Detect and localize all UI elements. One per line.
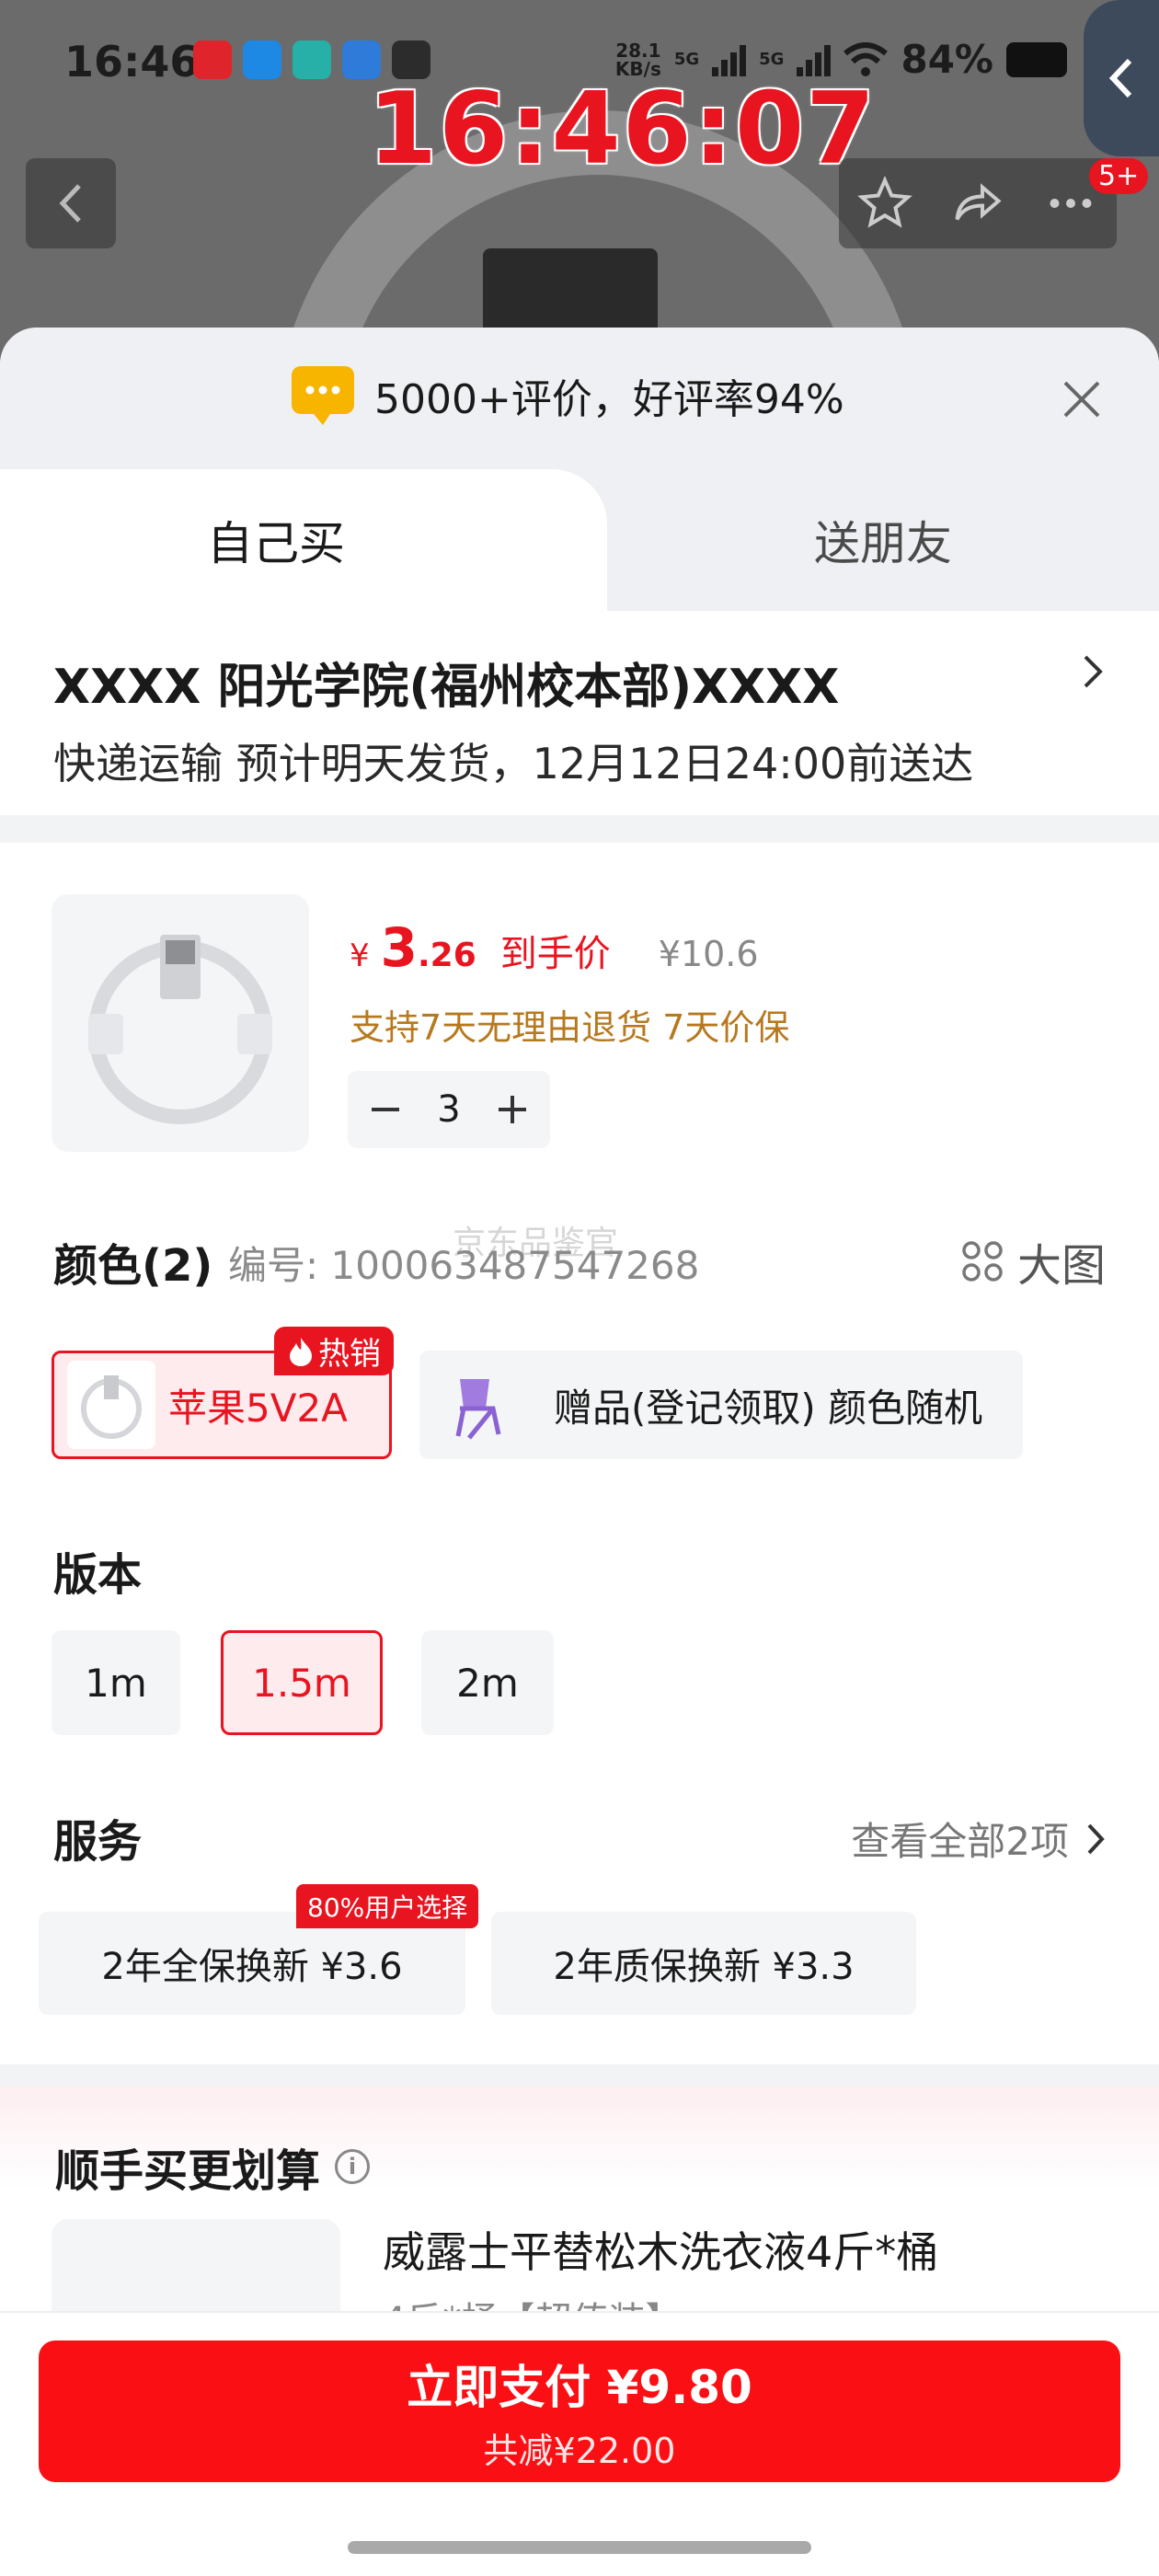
color-option-gift[interactable]: 赠品(登记领取) 颜色随机 [419,1351,1023,1459]
product-thumbnail[interactable] [52,894,309,1152]
message-badge: 5+ [1089,158,1149,194]
chevron-left-icon [59,184,81,223]
checkout-footer: 立即支付 ¥9.80 共减¥22.00 [0,2311,1159,2576]
address-text: XXXX 阳光学院(福州校本部)XXXX [53,660,840,715]
side-panel-tab[interactable] [1084,0,1159,156]
big-image-toggle[interactable]: 大图 [960,1229,1106,1294]
star-icon[interactable] [857,176,913,231]
purchase-tabs: 自己买 送朋友 [0,469,1159,611]
fire-icon [290,1337,312,1366]
original-price: ¥10.6 [658,934,759,974]
info-icon[interactable]: i [335,2149,371,2184]
cable-thumbnail-image [88,935,272,1124]
color-title: 颜色(2) [53,1240,213,1292]
chevron-right-icon [1087,1823,1105,1854]
delivery-address[interactable]: XXXX 阳光学院(福州校本部)XXXX 快递运输 预计明天发货，12月12日2… [0,611,1159,815]
pay-now-button[interactable]: 立即支付 ¥9.80 共减¥22.00 [39,2340,1120,2482]
view-all-services[interactable]: 查看全部2项 [851,1811,1106,1867]
bundle-title: 顺手买更划算 i [55,2134,371,2199]
service-option-quality-warranty[interactable]: 2年质保换新 ¥3.3 [491,1912,916,2015]
quantity-stepper: 3 [348,1071,550,1148]
version-title: 版本 [53,1549,143,1601]
shipping-estimate: 快递运输 预计明天发货，12月12日24:00前送达 [53,739,974,788]
comment-icon [292,366,354,425]
version-option-1-5m[interactable]: 1.5m [221,1630,383,1735]
total-discount: 共减¥22.00 [483,2430,676,2471]
price-currency: ¥ [350,937,370,974]
bundle-item-name[interactable]: 威露士平替松木洗衣液4斤*桶 [383,2219,938,2280]
rating-summary[interactable]: 5000+评价，好评率94% [290,362,844,429]
tab-buy-self[interactable]: 自己买 [0,469,607,611]
price-row: ¥ 3 .26 到手价 ¥10.6 [350,916,759,979]
section-divider [0,815,1159,843]
home-indicator[interactable] [348,2541,811,2554]
return-policy: 支持7天无理由退货 7天价保 [350,1007,790,1048]
signal-label: 5G [759,50,785,69]
pay-now-label: 立即支付 ¥9.80 [407,2360,752,2414]
sku-number: 编号: 100063487547268 [228,1243,700,1288]
chevron-right-icon [1084,655,1103,688]
share-icon[interactable] [950,176,1005,231]
app-notification-icon [243,40,281,79]
grid-icon [962,1241,1003,1282]
final-price-label: 到手价 [499,933,611,975]
sheet-header: 5000+评价，好评率94% 自己买 送朋友 [0,328,1159,611]
service-title: 服务 [53,1816,143,1868]
popular-choice-badge: 80%用户选择 [296,1884,479,1928]
quantity-value[interactable]: 3 [437,1088,460,1131]
more-icon[interactable] [1043,176,1098,231]
minus-icon[interactable] [362,1087,408,1133]
tab-gift-friend[interactable]: 送朋友 [607,469,1159,611]
cable-option-image [81,1375,142,1439]
rating-text: 5000+评价，好评率94% [374,376,844,423]
chevron-left-icon [1108,58,1132,98]
status-time: 16:46 [64,37,200,86]
option-thumbnail [432,1361,521,1449]
clock-overlay: 16:46:07 [368,72,878,187]
version-option-2m[interactable]: 2m [421,1630,554,1735]
signal-label: 5G [673,50,700,69]
battery-percent: 84% [901,37,993,82]
price-integer: 3 [380,916,418,979]
hot-sale-badge: 热销 [274,1327,394,1375]
battery-icon [1006,41,1067,77]
version-option-1m[interactable]: 1m [52,1630,180,1735]
section-divider [0,2064,1159,2087]
price-decimal: .26 [418,937,476,974]
product-summary: ¥ 3 .26 到手价 ¥10.6 支持7天无理由退货 7天价保 3 [0,843,1159,1152]
option-thumbnail [67,1361,155,1449]
plus-icon[interactable] [489,1087,535,1133]
back-button[interactable] [26,158,116,248]
app-notification-icon [293,40,331,79]
top-action-group [839,158,1117,248]
close-icon[interactable] [1056,374,1107,425]
chair-option-image [455,1379,501,1440]
app-notification-icon [193,40,232,79]
